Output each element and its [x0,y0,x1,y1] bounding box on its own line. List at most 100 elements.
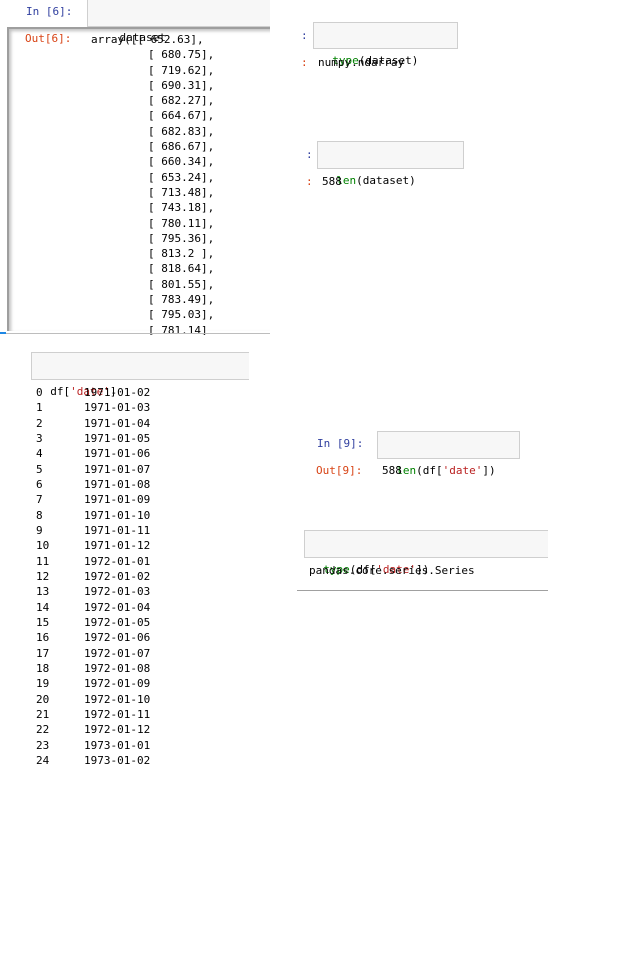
series-value: 1972-01-09 [84,677,151,691]
array-line: [ 795.36], [148,231,215,245]
series-row: 1 1971-01-03 [36,400,150,415]
series-index: 9 [36,523,43,537]
series-row: 23 1973-01-01 [36,738,150,753]
len-output: 588 [322,175,342,188]
series-row: 3 1971-01-05 [36,431,150,446]
array-line: [ 719.62], [148,63,215,77]
series-row: 6 1971-01-08 [36,477,150,492]
series-value: 1972-01-05 [84,615,151,629]
out-prompt-9: Out[9]: [316,464,363,477]
series-row: 7 1971-01-09 [36,492,150,507]
panel5-divider [297,590,548,591]
series-value: 1971-01-08 [84,477,151,491]
series-row: 13 1972-01-03 [36,584,150,599]
series-row: 15 1972-01-05 [36,615,150,630]
series-row: 9 1971-01-11 [36,523,150,538]
code-cell-type-df-date[interactable]: type(df['date']) [304,530,548,576]
series-value: 1972-01-06 [84,631,151,645]
series-index: 3 [36,431,43,445]
series-value: 1971-01-07 [84,462,151,476]
series-index: 7 [36,493,43,507]
array-line: [ 682.27], [148,94,215,108]
array-line: [ 743.18], [148,201,215,215]
series-index: 13 [36,585,50,599]
series-row: 16 1972-01-06 [36,630,150,645]
panel-divider [0,333,270,334]
array-line: [ 664.67], [148,109,215,123]
series-row: 8 1971-01-10 [36,508,150,523]
series-index: 0 [36,386,43,399]
series-row: 2 1971-01-04 [36,416,150,431]
in-prompt-9: In [9]: [317,437,364,450]
series-index: 11 [36,554,50,568]
code-cell-len-dataset[interactable]: len(dataset) [317,141,464,187]
series-index: 10 [36,539,50,553]
array-line: [ 713.48], [148,185,215,199]
series-row: 24 1973-01-02 [36,753,150,768]
array-line: [ 660.34], [148,155,215,169]
series-value: 1972-01-11 [84,707,151,721]
series-row: 19 1972-01-09 [36,676,150,691]
code-cell-df-date[interactable]: df['date'] [31,352,249,398]
series-value: 1973-01-02 [84,753,151,767]
series-index: 17 [36,646,50,660]
series-index: 4 [36,447,43,461]
series-row: 5 1971-01-07 [36,462,150,477]
series-index: 5 [36,462,43,476]
array-line: [ 690.31], [148,78,215,92]
series-value: 1971-01-05 [84,431,151,445]
series-index: 14 [36,600,50,614]
series-row: 21 1972-01-11 [36,707,150,722]
series-index: 8 [36,508,43,522]
series-output: 0 1971-01-02 1 1971-01-03 2 1971-01-04 3 1971-0… [36,385,150,768]
array-line: [ 680.75], [148,48,215,62]
series-index: 12 [36,569,50,583]
code-string: 'date' [442,464,483,477]
series-value: 1972-01-03 [84,585,151,599]
series-value: 1971-01-11 [84,523,151,537]
code-arg: (dataset) [356,174,416,187]
series-index: 18 [36,661,50,675]
series-value: 1972-01-02 [84,569,151,583]
series-value: 1971-01-06 [84,447,151,461]
series-value: 1971-01-09 [84,493,151,507]
code-cell-len-df-date[interactable]: len(df['date']) [377,431,520,477]
out-prompt-colon-len: : [306,175,313,188]
array-line: [ 813.2 ], [148,247,215,261]
array-line: [ 818.64], [148,262,215,276]
series-value: 1971-01-10 [84,508,151,522]
series-value: 1972-01-12 [84,723,151,737]
series-index: 20 [36,692,50,706]
series-index: 6 [36,477,43,491]
type-output: numpy.ndarray [318,56,405,69]
code-cell-dataset[interactable]: dataset [87,0,270,44]
series-index: 21 [36,707,50,721]
code-prefix: (df[ [416,464,443,477]
code-cell-type-dataset[interactable]: type(dataset) [313,22,458,67]
dataset-output-panel: In [6]: dataset Out[6]: array([[ 652.63]… [0,0,270,335]
series-value: 1972-01-01 [84,554,151,568]
series-index: 15 [36,615,50,629]
array-output: array([[ 652.63], [ 680.75],[ 719.62],[ … [91,32,214,335]
series-row: 18 1972-01-08 [36,661,150,676]
series-index: 19 [36,677,50,691]
code-suffix: ]) [482,464,496,477]
series-value: 1971-01-03 [84,401,151,415]
out-prompt-colon: : [301,56,308,69]
series-row: 12 1972-01-02 [36,569,150,584]
in-prompt-colon: : [301,29,308,42]
out-prompt-6: Out[6]: [25,32,72,45]
in-prompt-6: In [6]: [26,5,73,18]
series-row: 10 1971-01-12 [36,538,150,553]
in-prompt-colon-len: : [306,148,313,161]
series-index: 2 [36,416,43,430]
len-df-date-output: 588 [382,464,402,477]
series-value: 1972-01-07 [84,646,151,660]
series-row: 22 1972-01-12 [36,722,150,737]
type-df-date-output: pandas.core.series.Series [309,564,475,577]
series-index: 1 [36,401,43,415]
series-row: 14 1972-01-04 [36,600,150,615]
series-row: 11 1972-01-01 [36,554,150,569]
series-row: 17 1972-01-07 [36,646,150,661]
cell-selection-marker [0,332,6,334]
